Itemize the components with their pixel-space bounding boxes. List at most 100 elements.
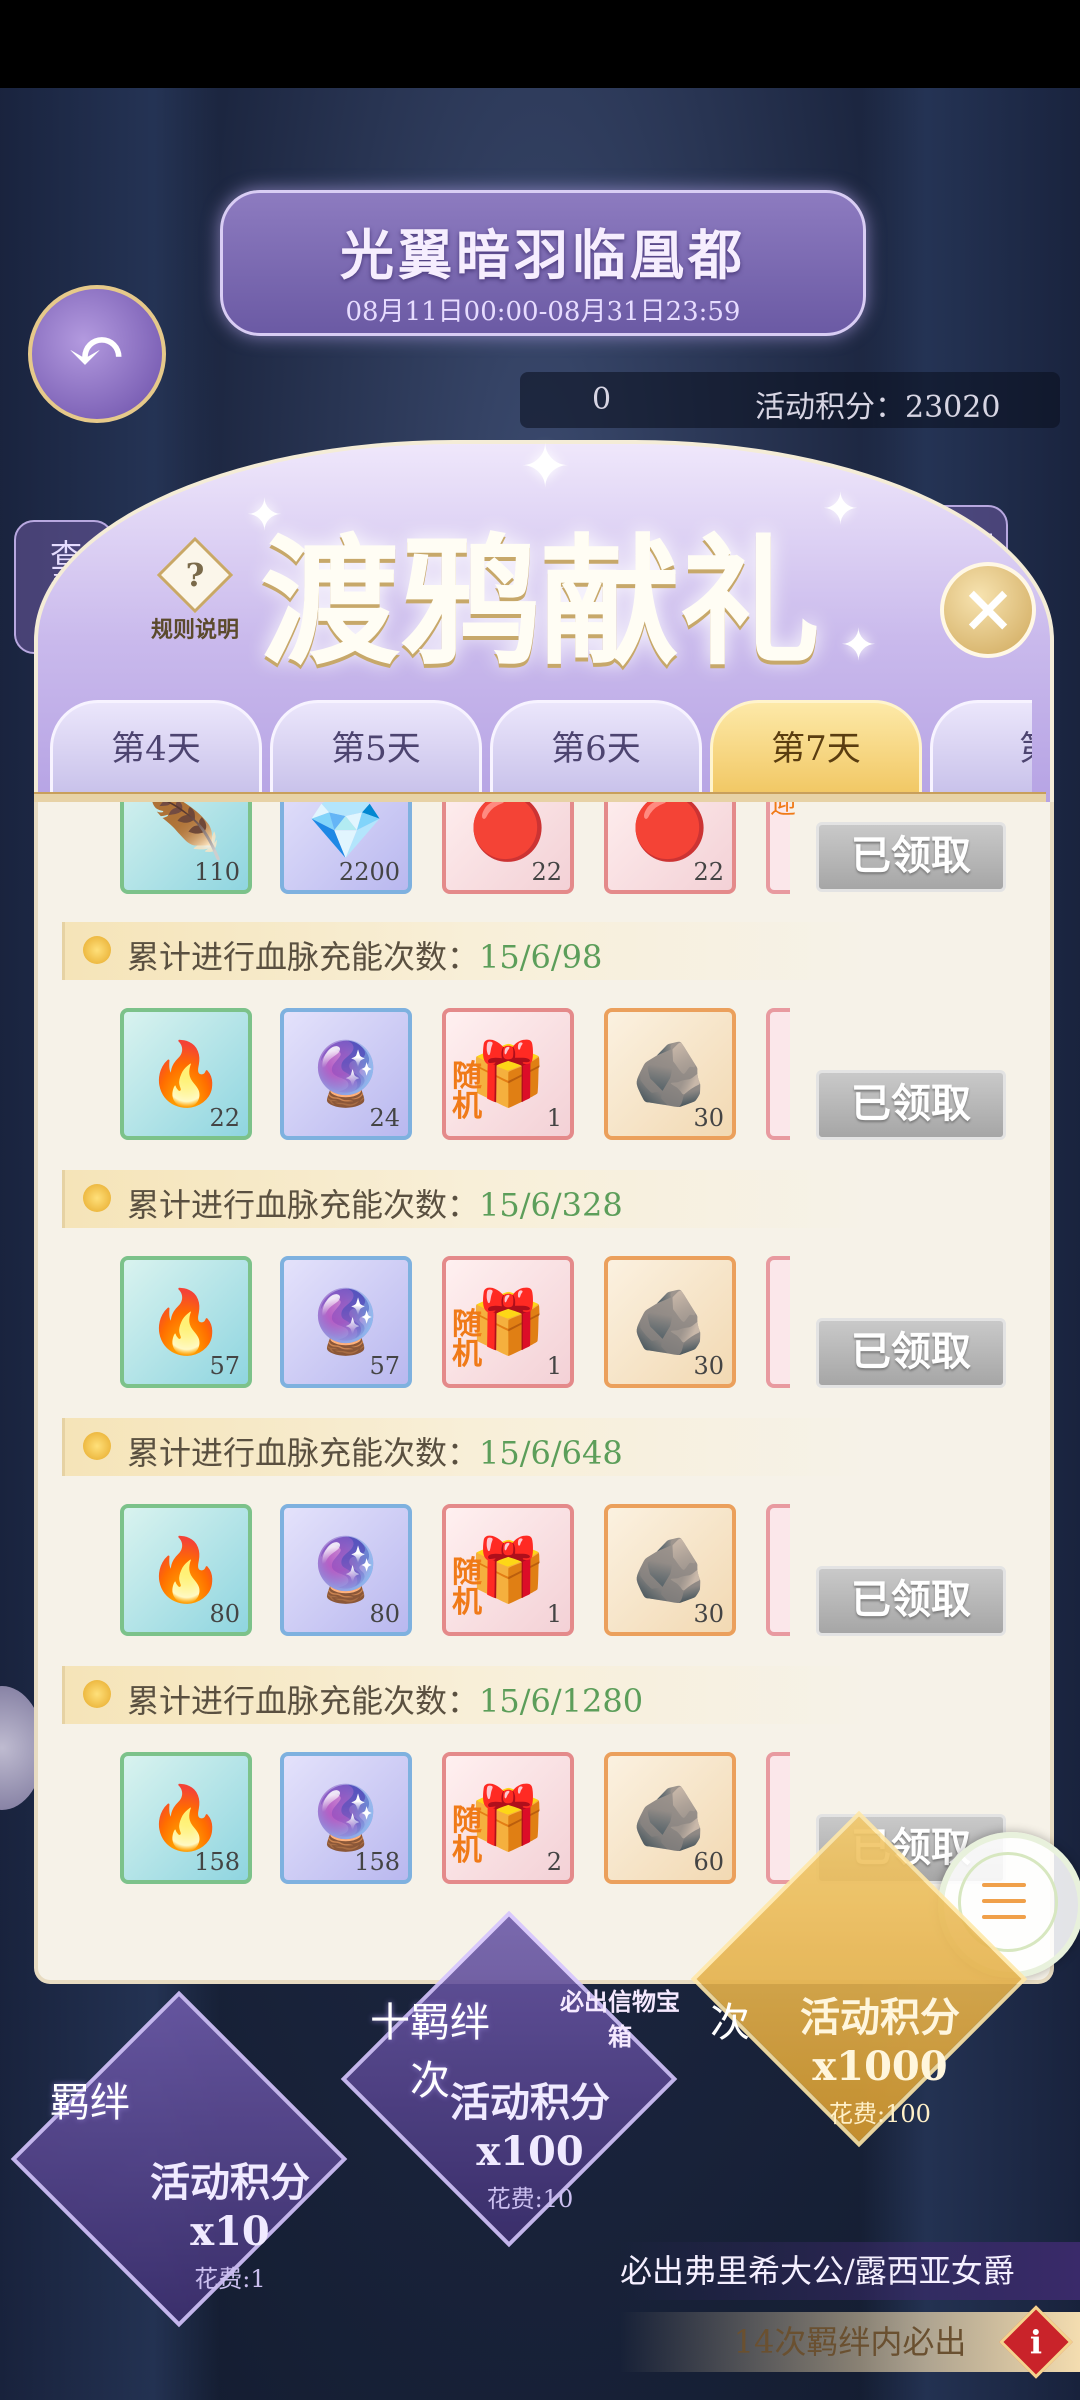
row-header: 累计进行血脉充能次数：15/6/1280 [62,1666,875,1724]
pity-banner: 必出弗里希大公/露西亚女爵 [620,2242,1080,2300]
item-quantity: 24 [369,1104,400,1132]
draw-hundred-amount: x1000 [812,2043,948,2090]
reward-item[interactable]: 🪨 30 [604,1504,736,1636]
row-progress: 15/6/98 [479,938,603,976]
item-quantity: 22 [693,858,724,886]
item-quantity: 57 [209,1352,240,1380]
flag-icon [83,936,111,964]
draw-once-prefix: 羁绊 [50,2080,130,2126]
score-bar: 0 活动积分：23020 [520,372,1060,428]
row-header: 累计进行血脉充能次数：15/6/98 [62,922,875,980]
event-banner: 光翼暗羽临凰都 08月11日00:00-08月31日23:59 [220,190,866,336]
reward-item[interactable]: 🔥 22 [120,1008,252,1140]
item-quantity: 2200 [338,858,400,886]
tab-day-7[interactable]: 第7天 [710,700,922,792]
row-progress: 15/6/648 [479,1434,623,1472]
claimed-button[interactable]: 已领取 [816,1318,1006,1388]
tab-day-6[interactable]: 第6天 [490,700,702,792]
reward-item[interactable]: 🎁 随机 1 [442,1256,574,1388]
info-icon: i [1029,2323,1043,2361]
row-progress: 15/6/1280 [479,1682,644,1720]
reward-item[interactable]: 🎁 随机 1 [442,1504,574,1636]
row-label: 累计进行血脉充能次数： [127,1186,480,1224]
item-quantity: 22 [531,858,562,886]
draw-hundred-label: 活动积分 [800,1994,960,2041]
row-header: 累计进行血脉充能次数：15/6/648 [62,1418,875,1476]
claimed-button[interactable]: 已领取 [816,1070,1006,1140]
item-quantity: 30 [693,1352,724,1380]
item-quantity: 80 [369,1600,400,1628]
reward-item[interactable]: 🔥 80 [120,1504,252,1636]
item-quantity: 60 [693,1848,724,1876]
back-button[interactable]: ↶ [28,285,166,423]
reward-item-clipped[interactable]: 单迎 [766,802,796,894]
reward-item-clipped[interactable] [766,1504,790,1636]
status-bar [0,0,1080,88]
claimed-button[interactable]: 已领取 [816,822,1006,892]
reward-item[interactable]: 🔮 158 [280,1752,412,1884]
reward-item[interactable]: 🎁 随机 1 [442,1008,574,1140]
item-quantity: 1 [546,1104,562,1132]
draw-hundred-prefix: 次 [710,2000,750,2046]
item-quantity: 57 [369,1352,400,1380]
reward-item-clipped[interactable] [766,1256,790,1388]
flag-icon [83,1432,111,1460]
reward-item[interactable]: 🔥 158 [120,1752,252,1884]
reward-item[interactable]: 🔴 22 [442,802,574,894]
question-icon: ? [156,536,234,614]
row-label: 累计进行血脉充能次数： [127,1682,480,1720]
modal-title: 渡鸦献礼 [259,521,820,685]
claimed-button[interactable]: 已领取 [816,1566,1006,1636]
close-icon: × [960,569,1016,647]
row-label: 累计进行血脉充能次数： [127,938,480,976]
random-label: 随机 [452,1803,482,1868]
tab-day-8[interactable]: 第 [930,700,1032,792]
item-quantity: 80 [209,1600,240,1628]
reward-item[interactable]: 🪨 60 [604,1752,736,1884]
draw-once-amount: x10 [190,2208,270,2255]
reward-item-clipped[interactable] [766,1008,790,1140]
item-quantity: 158 [354,1848,400,1876]
item-quantity: 30 [693,1104,724,1132]
reward-item-clipped[interactable] [766,1752,790,1884]
row-label: 累计进行血脉充能次数： [127,1434,480,1472]
random-label: 随机 [452,1555,482,1620]
reward-item[interactable]: 🔮 80 [280,1504,412,1636]
reward-list[interactable]: 🪶 110 💎 2200 🔴 22 🔴 22 单迎 已领取 累计进行血脉充能次数… [34,802,1054,1984]
row-header: 累计进行血脉充能次数：15/6/328 [62,1170,875,1228]
reward-item[interactable]: 🔥 57 [120,1256,252,1388]
flag-icon [83,1184,111,1212]
rules-label: 规则说明 [150,617,239,643]
rules-button[interactable]: ? 规则说明 [135,536,255,648]
reward-item[interactable]: 🔮 57 [280,1256,412,1388]
reward-item[interactable]: 🪶 110 [120,802,252,894]
flag-icon [83,1680,111,1708]
reward-item[interactable]: 🎁 随机 2 [442,1752,574,1884]
event-title: 光翼暗羽临凰都 [340,223,746,287]
draw-ten-prefix: 十羁绊次 [370,2000,490,2104]
item-quantity: 22 [209,1104,240,1132]
hamburger-icon [982,1883,1026,1919]
draw-ten-amount: x100 [476,2128,584,2175]
item-quantity: 1 [546,1600,562,1628]
day-tabs: 第4天 第5天 第6天 第7天 第 [50,700,1032,792]
item-quantity: 2 [546,1848,562,1876]
close-button[interactable]: × [940,562,1036,658]
back-arrow-icon: ↶ [67,310,127,392]
event-date-range: 08月11日00:00-08月31日23:59 [345,297,741,327]
tab-day-5[interactable]: 第5天 [270,700,482,792]
score-value: 0 [592,382,612,417]
reward-item[interactable]: 🪨 30 [604,1008,736,1140]
item-quantity: 1 [546,1352,562,1380]
reward-item[interactable]: 💎 2200 [280,802,412,894]
reward-item[interactable]: 🪨 30 [604,1256,736,1388]
reward-item[interactable]: 🔴 22 [604,802,736,894]
reward-item[interactable]: 🔮 24 [280,1008,412,1140]
activity-score: 活动积分：23020 [755,390,1001,425]
draw-once-label: 活动积分 [150,2159,310,2206]
item-quantity: 158 [194,1848,240,1876]
sparkle-icon: ✦ [840,620,877,671]
tab-day-4[interactable]: 第4天 [50,700,262,792]
item-quantity: 30 [693,1600,724,1628]
random-label: 随机 [452,1059,482,1124]
